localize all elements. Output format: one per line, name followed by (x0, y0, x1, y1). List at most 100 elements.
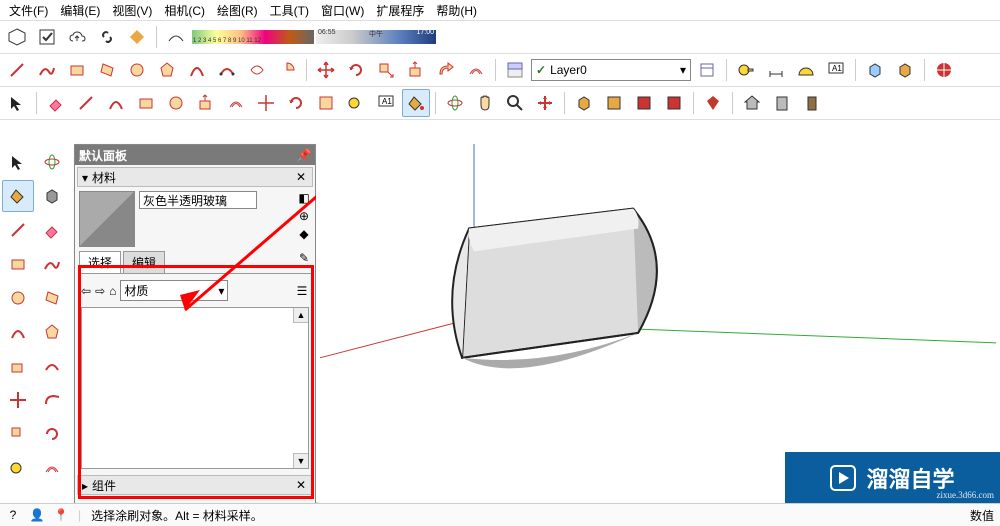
arc2-rail-icon[interactable] (36, 350, 68, 382)
house-icon[interactable] (738, 89, 766, 117)
polygon-rail-icon[interactable] (36, 316, 68, 348)
menu-file[interactable]: 文件(F) (5, 2, 52, 19)
move-rail-icon[interactable] (2, 384, 34, 416)
user-icon[interactable]: 👤 (30, 508, 44, 522)
shape-rect-icon[interactable] (132, 89, 160, 117)
orbit-tool-icon[interactable] (441, 89, 469, 117)
paint-bucket-rail-icon[interactable] (2, 180, 34, 212)
cloud-upload-icon[interactable] (63, 23, 91, 51)
nav-home-icon[interactable]: ⌂ (109, 284, 116, 298)
zoom-tool-icon[interactable] (501, 89, 529, 117)
scroll-down-icon[interactable]: ▼ (293, 453, 308, 468)
protractor-tool-icon[interactable] (792, 56, 820, 84)
menu-tools[interactable]: 工具(T) (266, 2, 313, 19)
rotate-tool-icon[interactable] (342, 56, 370, 84)
arc-tool-icon[interactable] (183, 56, 211, 84)
pushpull-icon[interactable] (192, 89, 220, 117)
rotated-rect-rail-icon[interactable] (36, 282, 68, 314)
offset-tool-icon[interactable] (462, 56, 490, 84)
pie-tool-icon[interactable] (273, 56, 301, 84)
menu-edit[interactable]: 编辑(E) (56, 2, 104, 19)
arc2-tool-icon[interactable] (213, 56, 241, 84)
time-slider[interactable]: 06:55 中午 17:00 (316, 30, 436, 44)
create-material-icon[interactable]: ⊕ (297, 209, 311, 223)
orbit-rail-icon[interactable] (36, 146, 68, 178)
door-icon[interactable] (798, 89, 826, 117)
material-category-dropdown[interactable]: 材质 (120, 280, 228, 301)
pencil-tool-icon[interactable] (72, 89, 100, 117)
layer-manager-icon[interactable] (693, 56, 721, 84)
cursor-icon[interactable] (2, 146, 34, 178)
box-rail-icon[interactable] (36, 180, 68, 212)
display-mode-icon[interactable]: ◧ (297, 191, 311, 205)
arc-rail-icon[interactable] (2, 316, 34, 348)
arc-draw-icon[interactable] (102, 89, 130, 117)
move-arrows-icon[interactable] (252, 89, 280, 117)
building-icon[interactable] (768, 89, 796, 117)
circle-rail-icon[interactable] (2, 282, 34, 314)
camera-top-icon[interactable] (600, 89, 628, 117)
line-rail-icon[interactable] (2, 214, 34, 246)
nav-forward-icon[interactable]: ⇨ (95, 284, 105, 298)
freehand-tool-icon[interactable] (33, 56, 61, 84)
scale-grid-icon[interactable] (312, 89, 340, 117)
tab-select[interactable]: 选择 (79, 251, 121, 273)
eraser-rail-icon[interactable] (36, 214, 68, 246)
close-icon[interactable]: ✕ (294, 170, 308, 184)
material-name-input[interactable] (139, 191, 257, 209)
circle-tool-icon[interactable] (123, 56, 151, 84)
menu-camera[interactable]: 相机(C) (160, 2, 209, 19)
help-icon[interactable]: ? (6, 508, 20, 522)
rotate-icon[interactable] (282, 89, 310, 117)
scale-tool-icon[interactable] (372, 56, 400, 84)
dimension-tool-icon[interactable] (762, 56, 790, 84)
ruby-icon[interactable] (699, 89, 727, 117)
sandbox-tool-icon[interactable] (930, 56, 958, 84)
tape-icon[interactable] (342, 89, 370, 117)
panel-title-bar[interactable]: 默认面板 📌 (75, 145, 315, 165)
offset-rail-icon[interactable] (36, 452, 68, 484)
move-tool-icon[interactable] (312, 56, 340, 84)
rotate-rail-icon[interactable] (36, 418, 68, 450)
menu-draw[interactable]: 绘图(R) (213, 2, 262, 19)
scroll-up-icon[interactable]: ▲ (293, 308, 308, 323)
pushpull-tool-icon[interactable] (402, 56, 430, 84)
menu-help[interactable]: 帮助(H) (432, 2, 481, 19)
nav-back-icon[interactable]: ⇦ (81, 284, 91, 298)
geo-icon[interactable]: 📍 (54, 508, 68, 522)
text-tool-icon[interactable]: A1 (822, 56, 850, 84)
default-material-icon[interactable]: ◆ (297, 227, 311, 241)
followme-tool-icon[interactable] (432, 56, 460, 84)
material-list[interactable]: ▲ ▼ (81, 307, 309, 469)
polygon-tool-icon[interactable] (153, 56, 181, 84)
menu-icon[interactable]: ☰ (295, 284, 309, 298)
tab-edit[interactable]: 编辑 (123, 251, 165, 273)
components-close-icon[interactable]: ✕ (294, 478, 308, 492)
paint-bucket-icon[interactable] (402, 89, 430, 117)
rect-rail-icon[interactable] (2, 248, 34, 280)
camera-front-icon[interactable] (630, 89, 658, 117)
pin-icon[interactable]: 📌 (297, 148, 311, 162)
materials-header[interactable]: ▾材料 ✕ (77, 167, 313, 187)
menu-view[interactable]: 视图(V) (108, 2, 156, 19)
shape-circle-icon[interactable] (162, 89, 190, 117)
menu-extensions[interactable]: 扩展程序 (372, 2, 428, 19)
viewport-3d[interactable] (316, 144, 1000, 502)
solid-tools-icon[interactable] (861, 56, 889, 84)
line-tool-icon[interactable] (3, 56, 31, 84)
new-model-icon[interactable] (3, 23, 31, 51)
scale-rail-icon[interactable] (2, 418, 34, 450)
pan-tool-icon[interactable] (471, 89, 499, 117)
camera-right-icon[interactable] (660, 89, 688, 117)
rectangle-tool-icon[interactable] (63, 56, 91, 84)
link-icon[interactable] (93, 23, 121, 51)
freehand-rail-icon[interactable] (36, 248, 68, 280)
camera-iso-icon[interactable] (570, 89, 598, 117)
pushpull-rail-icon[interactable] (2, 350, 34, 382)
tape-rail-icon[interactable] (2, 452, 34, 484)
tape-tool-icon[interactable] (732, 56, 760, 84)
extension-icon[interactable] (123, 23, 151, 51)
components-header[interactable]: ▸组件 ✕ (77, 475, 313, 495)
text-label-icon[interactable]: A1 (372, 89, 400, 117)
eyedropper-icon[interactable]: ✎ (297, 251, 311, 265)
